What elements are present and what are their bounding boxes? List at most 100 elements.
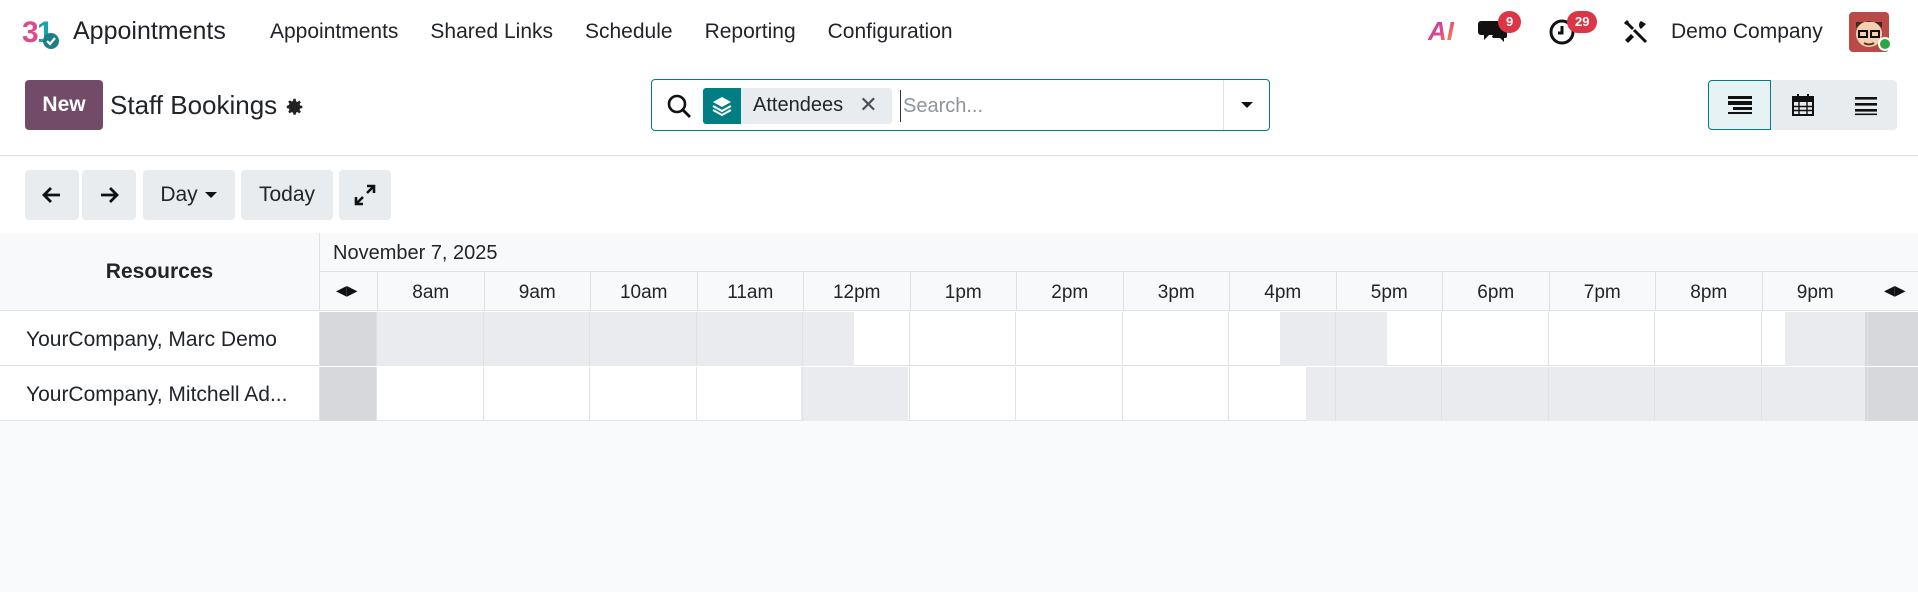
hour-grid-line [695, 367, 697, 421]
unavailable-slot [320, 367, 376, 421]
facet-remove-icon[interactable]: ✕ [855, 88, 891, 124]
page-title: Staff Bookings [110, 90, 278, 120]
menu-shared-links[interactable]: Shared Links [430, 20, 553, 44]
hour-grid-line [589, 312, 590, 366]
hour-grid-line [1121, 367, 1123, 421]
previous-button[interactable] [25, 170, 79, 220]
hour-grid-line [1654, 312, 1655, 366]
caret-down-icon [204, 192, 217, 198]
hour-column-header: 1pm [909, 272, 1017, 311]
group-by-layers-icon [703, 88, 741, 124]
search-bar: Attendees ✕ [651, 79, 1270, 131]
menu-reporting[interactable]: Reporting [705, 20, 796, 44]
new-button[interactable]: New [25, 80, 103, 130]
app-name[interactable]: Appointments [73, 17, 226, 46]
hour-column-header: 9am [483, 272, 591, 311]
hour-grid-line [1547, 367, 1549, 421]
gantt-icon [1727, 96, 1752, 114]
control-panel: New Staff Bookings Attendees ✕ [0, 64, 1918, 156]
search-options-toggle[interactable] [1223, 80, 1269, 130]
hour-grid-line [1867, 312, 1868, 366]
hour-grid-line [1441, 312, 1442, 366]
unavailable-slot [801, 367, 908, 421]
hour-column-header: 6pm [1442, 272, 1549, 311]
hour-grid-line [908, 312, 910, 366]
hour-grid-line [376, 312, 377, 366]
resource-row-label: YourCompany, Marc Demo [0, 312, 320, 366]
search-facet-attendees: Attendees ✕ [703, 88, 892, 124]
scale-dropdown[interactable]: Day [143, 170, 235, 220]
calendar-icon [1791, 94, 1814, 116]
resource-lane[interactable] [320, 312, 1918, 366]
resource-row-label: YourCompany, Mitchell Ad... [0, 367, 320, 421]
hour-column-header: 11am [696, 272, 804, 311]
calendar-view-button[interactable] [1771, 80, 1834, 130]
scroll-prev-arrows-icon[interactable]: ◀▶ [336, 282, 358, 299]
hour-grid-line [482, 312, 484, 366]
unavailable-slot [320, 312, 376, 366]
hour-header-row: ◀▶ ◀▶ 8am 9am 10am 11am 12pm 1pm 2pm 3pm 4pm 5pm 6… [320, 272, 1918, 311]
unavailable-slot [377, 312, 854, 366]
hour-grid-line [908, 367, 910, 421]
hour-grid-line [1015, 367, 1016, 421]
hour-grid-line [482, 367, 484, 421]
unavailable-slot [1865, 312, 1918, 366]
menu-appointments[interactable]: Appointments [270, 20, 398, 44]
gantt-view-button[interactable] [1708, 80, 1771, 130]
hour-grid-line [695, 312, 697, 366]
scale-label: Day [160, 183, 198, 206]
online-status-dot [1878, 37, 1892, 51]
unavailable-slot [1280, 312, 1387, 366]
hour-grid-line [376, 367, 377, 421]
list-view-button[interactable] [1834, 80, 1897, 130]
arrow-right-icon [101, 187, 119, 203]
ai-icon[interactable]: AI [1427, 16, 1460, 53]
hour-column-header: 5pm [1335, 272, 1443, 311]
hour-grid-line [1547, 312, 1549, 366]
menu-configuration[interactable]: Configuration [828, 20, 953, 44]
resource-lane[interactable] [320, 367, 1918, 421]
date-header: November 7, 2025 [320, 233, 1918, 272]
appointments-logo-icon[interactable]: 3 1 [22, 14, 62, 50]
hour-column-header: 3pm [1122, 272, 1230, 311]
hour-grid-line [1760, 367, 1762, 421]
hour-grid-line [1121, 312, 1123, 366]
hour-grid-line [1654, 367, 1655, 421]
next-button[interactable] [82, 170, 136, 220]
view-switcher [1708, 80, 1897, 130]
search-icon[interactable] [666, 93, 692, 119]
gear-icon[interactable] [284, 96, 306, 118]
hour-grid-line [589, 367, 590, 421]
list-icon [1854, 97, 1877, 116]
unavailable-slot [1865, 367, 1918, 421]
ai-label: AI [1428, 16, 1455, 46]
debug-tools-icon[interactable] [1622, 18, 1650, 46]
hour-grid-line [802, 367, 803, 421]
expand-icon [354, 184, 376, 206]
gantt-toolbar: Day Today [0, 157, 1918, 233]
company-switcher[interactable]: Demo Company [1671, 20, 1823, 44]
today-button[interactable]: Today [241, 170, 333, 220]
messages-count-badge: 9 [1498, 11, 1522, 33]
hour-grid-line [1441, 367, 1442, 421]
activities-count-badge: 29 [1567, 11, 1598, 33]
hour-grid-line [802, 312, 803, 366]
hour-grid-line [1228, 312, 1229, 366]
caret-down-icon [1240, 102, 1253, 108]
hour-column-header: 10am [590, 272, 697, 311]
hour-grid-line [1015, 312, 1016, 366]
main-menu: Appointments Shared Links Schedule Repor… [270, 20, 985, 44]
expand-button[interactable] [339, 170, 391, 220]
hour-grid-line [1760, 312, 1762, 366]
hour-column-header: 12pm [803, 272, 910, 311]
top-navbar: 3 1 Appointments Appointments Shared Lin… [0, 0, 1918, 64]
menu-schedule[interactable]: Schedule [585, 20, 673, 44]
gantt-grid: Resources November 7, 2025 ◀▶ ◀▶ 8am 9am 1… [0, 233, 1918, 421]
hour-grid-line [1334, 312, 1336, 366]
unavailable-slot [1306, 367, 1865, 421]
search-input[interactable] [900, 90, 1200, 122]
hour-grid-line [1228, 367, 1229, 421]
scroll-next-arrows-icon[interactable]: ◀▶ [1884, 282, 1906, 299]
hour-column-header: 8am [377, 272, 484, 311]
hour-column-header: 9pm [1761, 272, 1869, 311]
